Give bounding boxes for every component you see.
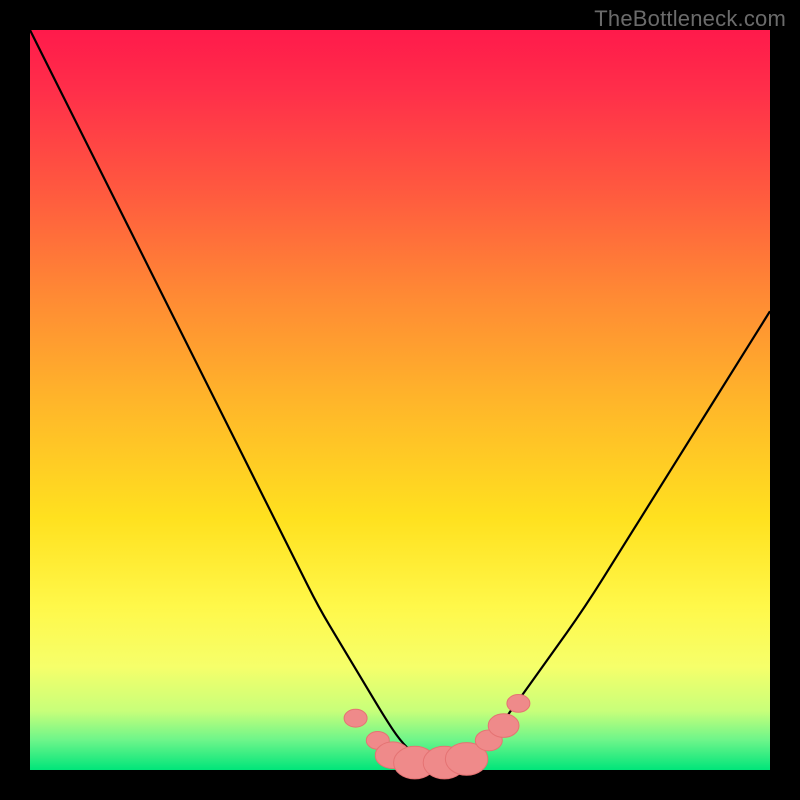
plot-area — [30, 30, 770, 770]
marker-group — [344, 695, 530, 779]
chart-frame: TheBottleneck.com — [0, 0, 800, 800]
watermark-text: TheBottleneck.com — [594, 6, 786, 32]
right-marker-2 — [488, 714, 519, 738]
bottleneck-curve-svg — [30, 30, 770, 770]
left-marker-1 — [344, 709, 367, 727]
bottleneck-curve-path — [30, 30, 770, 763]
right-marker-3 — [507, 695, 530, 713]
